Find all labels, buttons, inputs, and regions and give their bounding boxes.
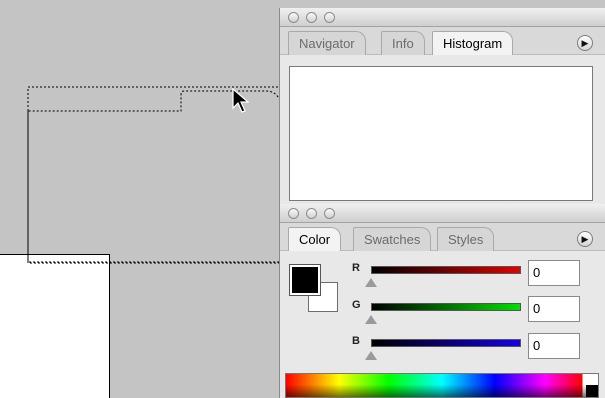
panel-menu-icon[interactable]: ▶ <box>577 35 593 51</box>
tab-navigator[interactable]: Navigator <box>288 31 366 55</box>
arrow-cursor-icon <box>232 88 250 113</box>
red-value-field[interactable]: 0 <box>528 260 580 286</box>
minimize-window-icon[interactable] <box>306 12 317 23</box>
close-window-icon[interactable] <box>288 12 299 23</box>
red-channel-label: R <box>352 262 360 274</box>
foreground-color-swatch[interactable] <box>289 264 321 296</box>
blue-slider-thumb[interactable] <box>365 351 377 360</box>
panel-titlebar[interactable] <box>280 8 605 27</box>
red-slider-thumb[interactable] <box>365 278 377 287</box>
zoom-window-icon[interactable] <box>324 12 335 23</box>
color-spectrum-bar[interactable] <box>285 373 599 398</box>
close-window-icon[interactable] <box>288 208 299 219</box>
blue-value-field[interactable]: 0 <box>528 333 580 359</box>
red-slider[interactable] <box>371 266 521 274</box>
zoom-window-icon[interactable] <box>324 208 335 219</box>
panel-titlebar[interactable] <box>280 204 605 223</box>
document-edge <box>0 254 110 398</box>
tab-color[interactable]: Color <box>288 227 342 251</box>
panel-tabs: Color Swatches Styles ▶ <box>280 223 605 251</box>
panel-menu-icon[interactable]: ▶ <box>577 231 593 247</box>
tab-histogram[interactable]: Histogram <box>432 31 514 55</box>
green-channel-label: G <box>352 299 361 311</box>
histogram-display <box>289 66 593 201</box>
blue-channel-label: B <box>352 335 360 347</box>
tab-swatches[interactable]: Swatches <box>353 227 432 251</box>
panel-tabs: Navigator Info Histogram ▶ <box>280 27 605 55</box>
color-panel: Color Swatches Styles ▶ R 0 G 0 B 0 <box>279 204 605 398</box>
blue-slider[interactable] <box>371 339 521 347</box>
histogram-panel: Navigator Info Histogram ▶ <box>279 8 605 208</box>
tab-styles[interactable]: Styles <box>437 227 495 251</box>
green-slider[interactable] <box>371 303 521 311</box>
green-slider-thumb[interactable] <box>365 315 377 324</box>
green-value-field[interactable]: 0 <box>528 296 580 322</box>
minimize-window-icon[interactable] <box>306 208 317 219</box>
black-swatch[interactable] <box>586 385 598 397</box>
tab-info[interactable]: Info <box>381 31 425 55</box>
